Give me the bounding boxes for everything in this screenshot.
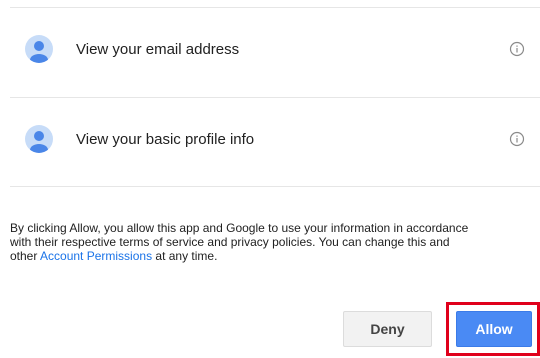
- person-avatar-icon: [25, 125, 53, 153]
- consent-text: By clicking Allow, you allow this app an…: [10, 221, 540, 263]
- permission-label-profile: View your basic profile info: [76, 130, 255, 148]
- deny-button[interactable]: Deny: [343, 311, 432, 347]
- consent-line-3-prefix: other: [10, 249, 41, 263]
- divider-bottom: [10, 186, 540, 187]
- divider-middle: [10, 97, 540, 98]
- permission-row-profile: View your basic profile info: [0, 119, 540, 159]
- account-permissions-link[interactable]: Account Permissions: [40, 249, 152, 263]
- oauth-consent-page: View your email address View your basic …: [0, 0, 540, 358]
- person-avatar-icon: [25, 35, 53, 63]
- consent-line-1: By clicking Allow, you allow this app an…: [10, 221, 469, 235]
- divider-top: [10, 7, 540, 8]
- allow-button[interactable]: Allow: [456, 311, 532, 347]
- permission-label-email: View your email address: [76, 40, 240, 58]
- info-icon[interactable]: [509, 41, 525, 57]
- info-icon[interactable]: [509, 131, 525, 147]
- consent-line-3-suffix: at any time.: [152, 249, 218, 263]
- consent-line-3: other Account Permissions at any time.: [10, 249, 540, 263]
- consent-line-2: with their respective terms of service a…: [10, 235, 450, 249]
- permission-row-email: View your email address: [0, 29, 540, 69]
